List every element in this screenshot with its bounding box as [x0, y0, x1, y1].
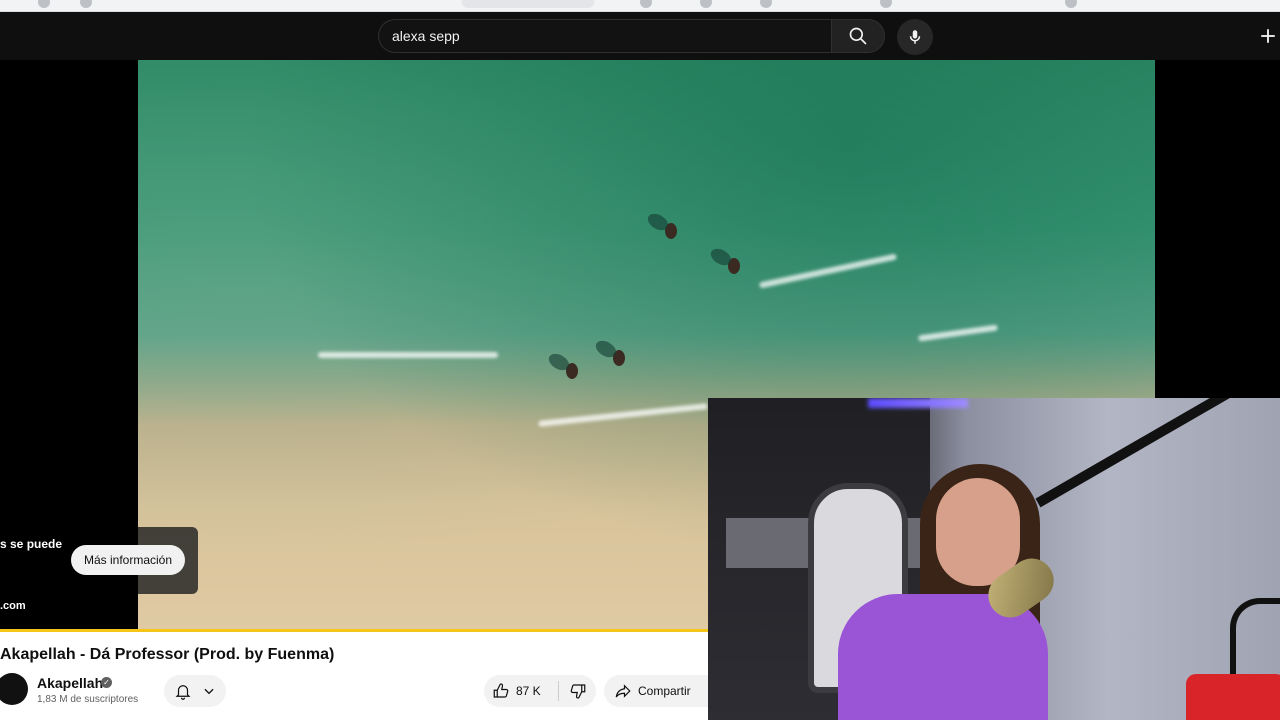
wave: [318, 352, 498, 358]
webcam-mic-arm: [1035, 398, 1258, 508]
swimmer: [665, 223, 677, 239]
like-count: 87 K: [516, 684, 541, 698]
tab-favicon[interactable]: [1065, 0, 1077, 8]
share-button[interactable]: Compartir: [604, 675, 708, 707]
more-info-button[interactable]: Más información: [71, 545, 186, 575]
channel-name[interactable]: Akapellah: [37, 675, 103, 691]
mic-icon: [909, 30, 921, 44]
search-input[interactable]: [392, 20, 812, 52]
verified-icon: ✓: [101, 677, 112, 688]
search-box[interactable]: [378, 19, 831, 53]
dislike-button[interactable]: [560, 675, 596, 707]
thumbs-up-icon: [493, 683, 509, 698]
chevron-down-icon: [204, 688, 214, 695]
avatar[interactable]: [0, 673, 28, 705]
voice-search-button[interactable]: [897, 19, 933, 55]
tab-favicon[interactable]: [760, 0, 772, 8]
like-button[interactable]: 87 K: [484, 675, 558, 707]
like-dislike-group: 87 K: [484, 675, 596, 707]
search-icon: [849, 27, 867, 45]
webcam-overlay: [708, 398, 1280, 720]
tab-favicon[interactable]: [880, 0, 892, 8]
ad-text: s se puede: [0, 537, 63, 551]
swimmer: [613, 350, 625, 366]
plus-icon: [1261, 29, 1275, 43]
video-info: Akapellah - Dá Professor (Prod. by Fuenm…: [0, 632, 708, 720]
swimmer: [728, 258, 740, 274]
share-label: Compartir: [638, 684, 691, 698]
subscribe-notifications-button[interactable]: [164, 675, 226, 707]
tab-favicon[interactable]: [38, 0, 50, 8]
webcam-red-cup: [1186, 674, 1280, 720]
tab-favicon[interactable]: [640, 0, 652, 8]
browser-tab-strip: [0, 0, 1280, 12]
video-title: Akapellah - Dá Professor (Prod. by Fuenm…: [0, 646, 335, 663]
ad-domain[interactable]: .com: [0, 600, 26, 612]
thumbs-down-icon: [570, 684, 586, 699]
search-button[interactable]: [831, 19, 885, 53]
tab-favicon[interactable]: [700, 0, 712, 8]
screen: { "search": { "query": "alexa sepp" }, "…: [0, 0, 1280, 720]
divider: [558, 681, 559, 701]
tab-favicon[interactable]: [80, 0, 92, 8]
masthead: [0, 12, 1280, 60]
create-button[interactable]: [1256, 24, 1280, 48]
subscriber-count: 1,83 M de suscriptores: [37, 694, 139, 705]
webcam-led-strip: [868, 398, 968, 408]
active-tab[interactable]: [462, 0, 594, 8]
share-icon: [615, 684, 631, 698]
bell-icon: [175, 685, 191, 700]
player-margin: [1155, 60, 1280, 398]
swimmer: [566, 363, 578, 379]
